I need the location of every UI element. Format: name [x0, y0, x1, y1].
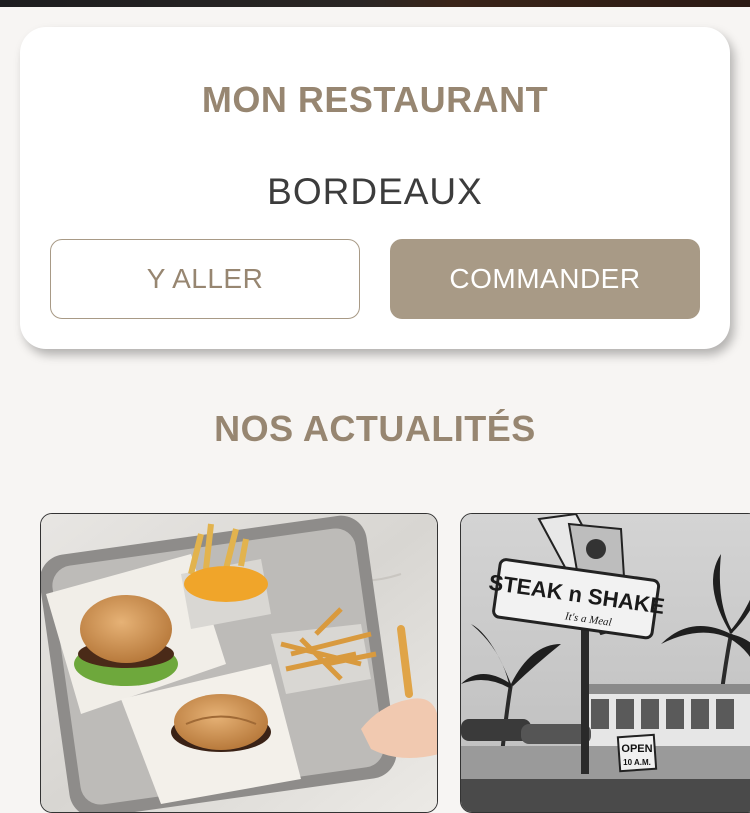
news-card-burgers[interactable]: [40, 513, 438, 813]
order-button[interactable]: COMMANDER: [390, 239, 700, 319]
burgers-photo: [41, 514, 437, 812]
news-card-steak-n-shake[interactable]: STEAK n SHAKE It's a Meal OPEN 10 A.M.: [460, 513, 750, 813]
open-hours-text: 10 A.M.: [623, 758, 651, 767]
steak-n-shake-photo: STEAK n SHAKE It's a Meal OPEN 10 A.M.: [461, 514, 750, 812]
open-sign-text: OPEN: [621, 743, 652, 755]
restaurant-city: BORDEAUX: [267, 171, 483, 212]
card-title: MON RESTAURANT: [201, 79, 549, 120]
my-restaurant-card: MON RESTAURANT BORDEAUX Y ALLER COMMANDE…: [20, 27, 730, 349]
news-section-title: NOS ACTUALITÉS: [214, 408, 536, 449]
go-button[interactable]: Y ALLER: [50, 239, 360, 319]
header-image-strip: [0, 0, 750, 7]
